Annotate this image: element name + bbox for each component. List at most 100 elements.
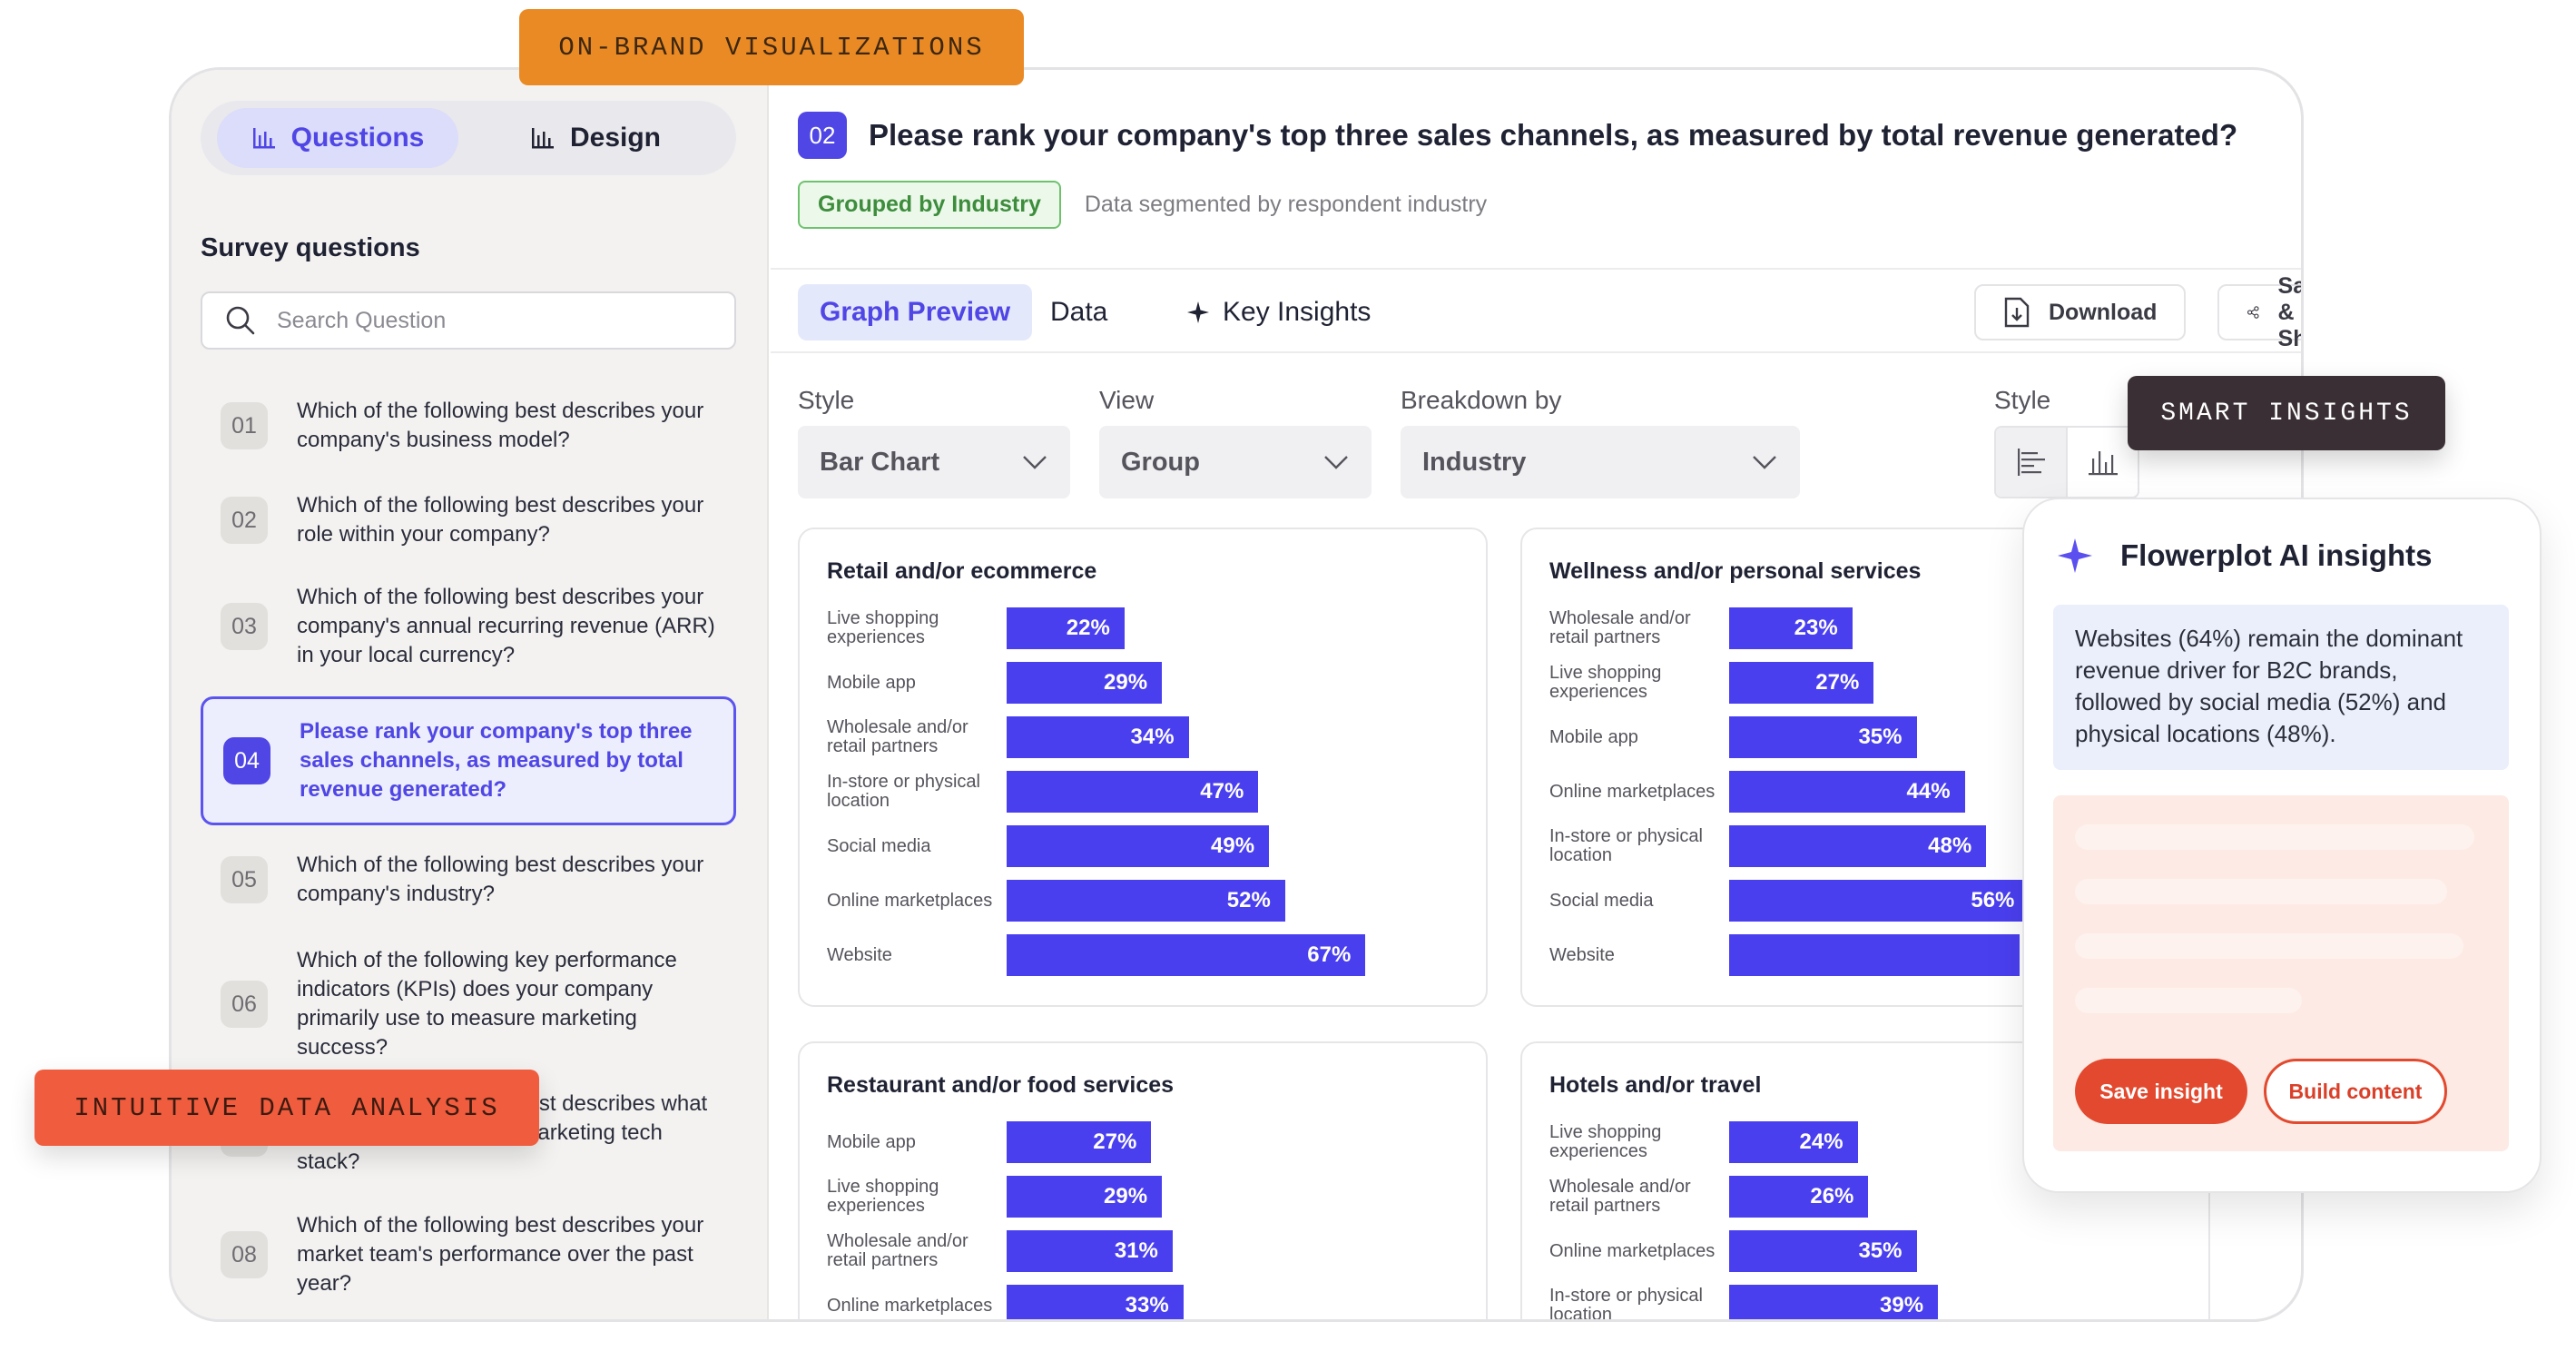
bar-row: Live shopping experiences 24% [1549, 1121, 1858, 1163]
search-input[interactable] [277, 307, 713, 334]
horizontal-bars-icon [2017, 449, 2045, 476]
search-icon [226, 306, 255, 335]
chevron-down-icon [1023, 456, 1047, 469]
tab-key-insights[interactable]: Key Insights [1165, 284, 1392, 340]
save-share-button[interactable]: Save & Share [2217, 273, 2301, 351]
view-value: Group [1121, 447, 1200, 477]
bar-row: Website 67% [827, 934, 1366, 976]
chart-orientation-toggle [1994, 426, 2139, 498]
bar-value-label: 33% [1125, 1293, 1169, 1317]
question-number: 06 [221, 981, 268, 1028]
horizontal-bars-option[interactable] [1996, 428, 2068, 497]
bar-value-label: 24% [1799, 1129, 1844, 1154]
bar: 52% [1007, 880, 1285, 922]
save-share-label: Save & Share [2277, 272, 2304, 351]
bar-label: Mobile app [827, 1131, 916, 1152]
question-item-04[interactable]: 04 Please rank your company's top three … [201, 696, 736, 825]
download-button[interactable]: Download [1974, 284, 2187, 340]
question-number: 04 [223, 737, 270, 784]
bar-label: Mobile app [827, 672, 916, 693]
bar-row: Mobile app 27% [827, 1121, 1152, 1163]
question-text: Which of the following best describes yo… [297, 585, 715, 667]
question-item-02[interactable]: 02 Which of the following best describes… [201, 480, 736, 560]
bar: 44% [1729, 771, 1965, 813]
bar [1729, 934, 2020, 976]
bar: 31% [1007, 1230, 1173, 1272]
bar-row: Social media 56% [1549, 880, 2030, 922]
build-content-button[interactable]: Build content [2264, 1059, 2447, 1124]
bar-row: Social media 49% [827, 825, 1270, 867]
bar-row: Mobile app 29% [827, 662, 1163, 704]
breakdown-select[interactable]: Industry [1401, 426, 1800, 498]
on-brand-tag: ON-BRAND VISUALIZATIONS [519, 9, 1024, 85]
bar: 27% [1007, 1121, 1152, 1163]
design-tab-label: Design [569, 123, 662, 153]
question-item-03[interactable]: 03 Which of the following best describes… [201, 577, 736, 676]
bar-label: Live shopping experiences [827, 1177, 939, 1216]
bar-value-label: 56% [1971, 888, 2015, 912]
style2-label: Style [1994, 386, 2051, 414]
question-text: Which of the following best describes yo… [297, 399, 704, 452]
bar: 33% [1007, 1285, 1184, 1319]
design-tab[interactable]: Design [475, 108, 716, 168]
bar: 48% [1729, 825, 1987, 867]
bar-row: Live shopping experiences 29% [827, 1176, 1163, 1218]
question-item-01[interactable]: 01 Which of the following best describes… [201, 386, 736, 466]
breakdown-label: Breakdown by [1401, 386, 1562, 414]
bar-row: Wholesale and/or retail partners 31% [827, 1230, 1173, 1272]
bar-label: Online marketplaces [1549, 781, 1716, 802]
bar-value-label: 29% [1104, 670, 1148, 695]
preview-toolbar: Graph Preview Data Key Insights Download… [771, 268, 2301, 353]
view-select[interactable]: Group [1099, 426, 1372, 498]
chart-title: Restaurant and/or food services [827, 1072, 1175, 1098]
chart-title: Wellness and/or personal services [1549, 558, 1922, 584]
bar-value-label: 22% [1066, 616, 1110, 640]
vertical-bars-icon [2088, 451, 2118, 476]
smart-insights-tag: SMART INSIGHTS [2128, 376, 2445, 450]
question-number: 03 [221, 603, 268, 650]
bar-label: Live shopping experiences [1549, 663, 1662, 702]
bar: 26% [1729, 1176, 1869, 1218]
bar-value-label: 29% [1104, 1184, 1148, 1208]
question-item-06[interactable]: 06 Which of the following key performanc… [201, 940, 736, 1069]
bar-chart-icon [531, 128, 554, 149]
question-header: 02 Please rank your company's top three … [798, 112, 2237, 159]
bar-value-label: 52% [1226, 888, 1271, 912]
chart-card: Retail and/or ecommerce Live shopping ex… [798, 528, 1488, 1007]
view-label: View [1099, 386, 1155, 414]
bar-label: Wholesale and/or retail partners [1549, 608, 1691, 647]
question-number: 02 [221, 497, 268, 544]
style-value: Bar Chart [820, 447, 940, 477]
bar-value-label: 44% [1906, 779, 1951, 804]
bar-row: Online marketplaces 44% [1549, 771, 1965, 813]
bar-row: Website [1549, 934, 2020, 976]
question-text: Which of the following best describes yo… [297, 853, 704, 906]
save-insight-button[interactable]: Save insight [2075, 1059, 2247, 1124]
question-item-08[interactable]: 08 Which of the following best describes… [201, 1205, 736, 1305]
bar-label: Social media [1549, 890, 1654, 911]
bar-label: Live shopping experiences [827, 608, 939, 647]
bar: 23% [1729, 607, 1853, 649]
sparkle-icon [2058, 538, 2092, 573]
style-select[interactable]: Bar Chart [798, 426, 1070, 498]
bar-label: Online marketplaces [827, 890, 993, 911]
chevron-down-icon [1324, 456, 1348, 469]
search-box [201, 291, 736, 350]
bar: 29% [1007, 662, 1163, 704]
share-icon [2247, 306, 2259, 319]
questions-tab[interactable]: Questions [217, 108, 458, 168]
bar-value-label: 23% [1794, 616, 1838, 640]
question-item-05[interactable]: 05 Which of the following best describes… [201, 840, 736, 920]
bar-row: Wholesale and/or retail partners 34% [827, 716, 1189, 758]
bar-label: Website [1549, 944, 1615, 965]
bar-value-label: 47% [1200, 779, 1244, 804]
bar: 27% [1729, 662, 1874, 704]
tab-data[interactable]: Data [1028, 284, 1129, 340]
bar-chart-icon [252, 128, 275, 149]
tab-graph-preview[interactable]: Graph Preview [798, 284, 1033, 340]
grouping-row: Grouped by Industry Data segmented by re… [798, 181, 1487, 229]
question-number: 01 [221, 402, 268, 449]
grouped-by-pill[interactable]: Grouped by Industry [798, 181, 1061, 229]
bar-row: Mobile app 35% [1549, 716, 1917, 758]
bar-value-label: 39% [1880, 1293, 1924, 1317]
